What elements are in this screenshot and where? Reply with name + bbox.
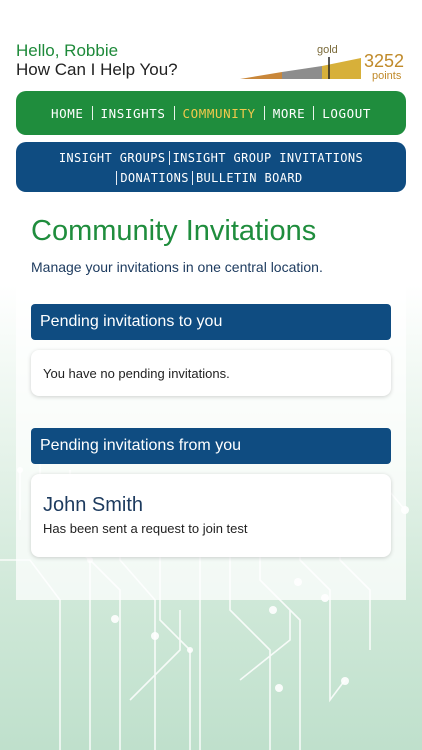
subnav-insight-group-invitations[interactable]: INSIGHT GROUP INVITATIONS [170, 151, 367, 165]
invitee-name: John Smith [43, 494, 144, 516]
invitation-card[interactable]: John Smith Has been sent a request to jo… [31, 474, 391, 557]
section-header-pending-from-you: Pending invitations from you [31, 428, 391, 464]
subnav-donations[interactable]: DONATIONS [117, 171, 192, 185]
points-progress-gauge [240, 57, 361, 79]
help-prompt: How Can I Help You? [16, 60, 178, 79]
nav-more[interactable]: MORE [265, 106, 314, 121]
section-header-pending-to-you: Pending invitations to you [31, 304, 391, 340]
gauge-segment-bronze [240, 72, 282, 79]
gauge-segment-silver [282, 66, 322, 79]
page-title: Community Invitations [31, 215, 317, 247]
subnav-insight-groups[interactable]: INSIGHT GROUPS [56, 151, 169, 165]
community-subnav: INSIGHT GROUPS INSIGHT GROUP INVITATIONS… [16, 142, 406, 192]
nav-home[interactable]: HOME [43, 106, 92, 121]
nav-logout[interactable]: LOGOUT [314, 106, 379, 121]
invitation-status: Has been sent a request to join test [43, 521, 248, 536]
points-value: 3252 [364, 51, 405, 71]
pending-to-you-card: You have no pending invitations. [31, 350, 391, 396]
user-greeting: Hello, Robbie [16, 41, 119, 60]
gauge-segment-gold [322, 58, 361, 79]
points-label: points [372, 70, 402, 82]
empty-state-message: You have no pending invitations. [43, 366, 230, 381]
nav-community[interactable]: COMMUNITY [175, 106, 264, 121]
page-description: Manage your invitations in one central l… [31, 259, 323, 275]
nav-insights[interactable]: INSIGHTS [93, 106, 174, 121]
subnav-bulletin-board[interactable]: BULLETIN BOARD [193, 171, 306, 185]
main-nav: HOME INSIGHTS COMMUNITY MORE LOGOUT [16, 91, 406, 135]
app-header: Hello, Robbie How Can I Help You? gold 3… [0, 0, 422, 88]
